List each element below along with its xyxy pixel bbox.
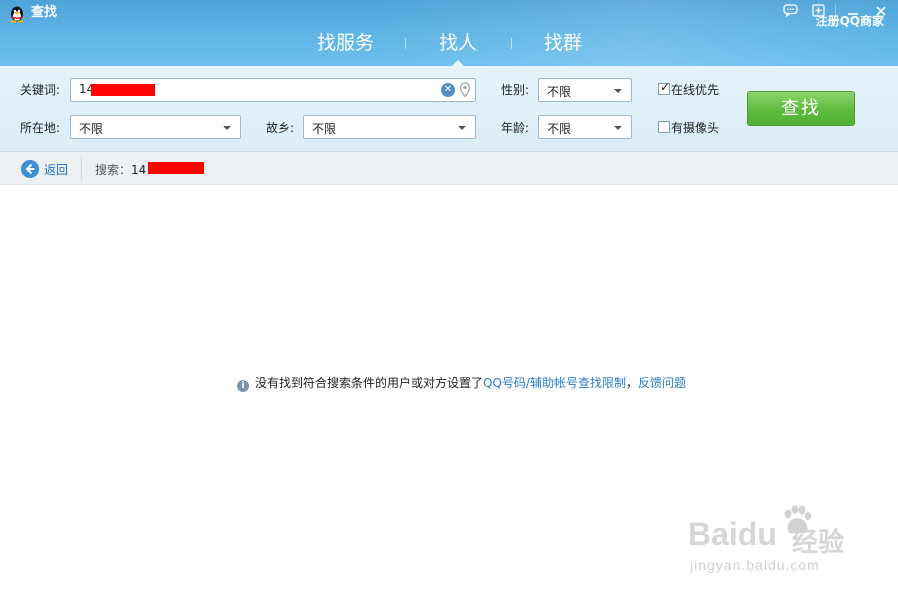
search-form: 关键词: 14 ✕ 性别: 不限 ✓ 在线优先 所在地: 不限 故乡: 不限 年… <box>0 66 898 152</box>
back-button[interactable]: 返回 <box>44 161 68 178</box>
watermark-brand-cn: 经验 <box>792 527 845 557</box>
window-title: 查找 <box>31 5 58 20</box>
gender-value: 不限 <box>547 85 572 99</box>
checkmark-icon: ✓ <box>660 80 671 94</box>
tab-find-people[interactable]: 找人 <box>439 30 477 66</box>
feedback-link[interactable]: 反馈问题 <box>638 376 686 390</box>
has-camera-checkbox[interactable] <box>658 121 670 133</box>
no-result-message: i 没有找到符合搜索条件的用户或对方设置了QQ号码/辅助帐号查找限制，反馈问题 <box>237 375 686 392</box>
nav-divider <box>81 157 82 180</box>
location-value: 不限 <box>79 122 104 136</box>
tab-divider <box>405 38 406 49</box>
back-arrow-icon[interactable] <box>21 160 39 178</box>
no-result-text: 没有找到符合搜索条件的用户或对方设置了 <box>255 376 484 390</box>
redaction-mark <box>148 162 204 174</box>
online-first-checkbox[interactable]: ✓ <box>658 80 671 95</box>
age-value: 不限 <box>547 122 572 136</box>
location-label: 所在地: <box>20 121 61 135</box>
link-separator: ， <box>625 376 638 390</box>
chat-icon[interactable] <box>779 2 801 19</box>
clear-input-icon[interactable]: ✕ <box>441 83 455 97</box>
hometown-select[interactable]: 不限 <box>303 115 476 139</box>
title-bar: 查找 找服务 找人 找群 注册QQ商家 <box>0 0 898 66</box>
has-camera-label[interactable]: 有摄像头 <box>671 120 719 136</box>
watermark-url: jingyan.baidu.com <box>690 557 820 573</box>
keyword-label: 关键词: <box>20 83 61 97</box>
chevron-down-icon <box>223 126 231 130</box>
age-select[interactable]: 不限 <box>538 115 632 139</box>
hometown-label: 故乡: <box>266 121 295 135</box>
gender-select[interactable]: 不限 <box>538 78 632 102</box>
tab-divider <box>511 38 512 49</box>
chevron-down-icon <box>458 126 466 130</box>
location-pin-icon[interactable] <box>459 82 471 98</box>
redaction-mark <box>91 84 155 96</box>
watermark-brand: Baidu <box>688 516 777 552</box>
online-first-label[interactable]: 在线优先 <box>671 82 719 98</box>
age-label: 年龄: <box>501 121 530 135</box>
tab-find-group[interactable]: 找群 <box>544 30 582 56</box>
search-summary: 搜索：14 <box>95 161 146 178</box>
gender-label: 性别: <box>501 83 530 97</box>
register-merchant-link[interactable]: 注册QQ商家 <box>816 12 884 29</box>
result-nav-bar: 返回 搜索：14 <box>0 152 898 185</box>
tab-find-service[interactable]: 找服务 <box>317 30 374 56</box>
search-summary-prefix: 搜索： <box>95 163 132 177</box>
chevron-down-icon <box>614 89 622 93</box>
search-summary-value: 14 <box>131 163 147 177</box>
baidu-watermark: Baidu 经验 jingyan.baidu.com <box>688 505 888 586</box>
location-select[interactable]: 不限 <box>70 115 241 139</box>
search-button[interactable]: 查找 <box>747 91 855 126</box>
info-icon: i <box>237 380 249 392</box>
hometown-value: 不限 <box>312 122 337 136</box>
tab-bar: 找服务 找人 找群 <box>0 28 898 66</box>
qq-penguin-icon <box>10 6 24 23</box>
keyword-input[interactable]: 14 ✕ <box>70 78 476 102</box>
search-restriction-link[interactable]: QQ号码/辅助帐号查找限制 <box>483 376 626 390</box>
chevron-down-icon <box>614 126 622 130</box>
